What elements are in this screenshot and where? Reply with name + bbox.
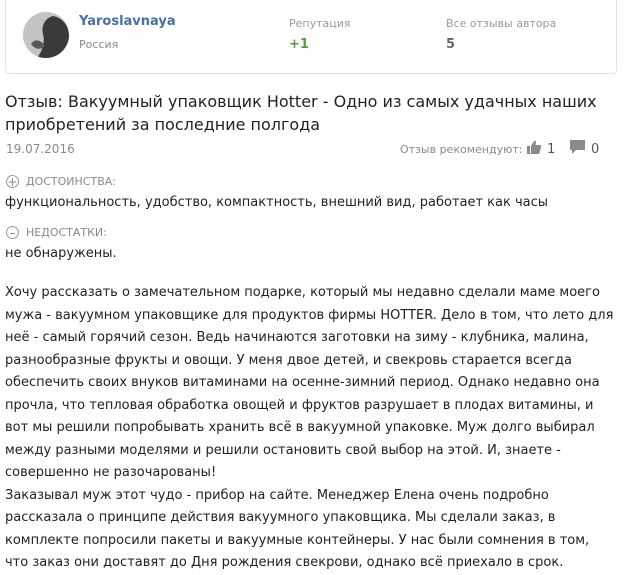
reputation-label: Репутация bbox=[289, 17, 351, 30]
author-country: Россия bbox=[79, 38, 119, 51]
reputation-value: +1 bbox=[289, 37, 309, 52]
cons-text: не обнаружены. bbox=[5, 246, 117, 261]
pros-label: ДОСТОИНСТВА: bbox=[26, 175, 116, 188]
review-date: 19.07.2016 bbox=[6, 142, 75, 156]
plus-circle-icon: + bbox=[6, 174, 19, 189]
comment-count: 0 bbox=[591, 141, 600, 157]
comments-button[interactable]: 0 bbox=[570, 140, 599, 158]
like-button[interactable]: 1 bbox=[527, 140, 555, 158]
all-reviews-count[interactable]: 5 bbox=[446, 37, 455, 52]
pros-header: + ДОСТОИНСТВА: bbox=[6, 175, 116, 188]
author-card: Yaroslavnaya Россия Репутация +1 Все отз… bbox=[5, 0, 617, 74]
review-body: Хочу рассказать о замечательном подарке,… bbox=[5, 282, 615, 575]
pros-text: функциональность, удобство, компактность… bbox=[5, 195, 549, 210]
avatar[interactable] bbox=[23, 12, 69, 58]
review-paragraph: Заказывал муж этот чудо - прибор на сайт… bbox=[5, 487, 590, 571]
comment-icon bbox=[570, 140, 585, 158]
author-name-link[interactable]: Yaroslavnaya bbox=[79, 14, 176, 29]
cons-header: – НЕДОСТАТКИ: bbox=[6, 226, 107, 239]
minus-circle-icon: – bbox=[6, 226, 19, 239]
review-paragraph: Хочу рассказать о замечательном подарке,… bbox=[5, 285, 614, 480]
like-count: 1 bbox=[547, 141, 556, 157]
thumbs-up-icon bbox=[527, 140, 541, 158]
review-title: Отзыв: Вакуумный упаковщик Hotter - Одно… bbox=[5, 92, 597, 134]
all-reviews-label[interactable]: Все отзывы автора bbox=[446, 17, 556, 30]
recommend-label: Отзыв рекомендуют: bbox=[400, 143, 523, 156]
cons-label: НЕДОСТАТКИ: bbox=[26, 226, 107, 239]
